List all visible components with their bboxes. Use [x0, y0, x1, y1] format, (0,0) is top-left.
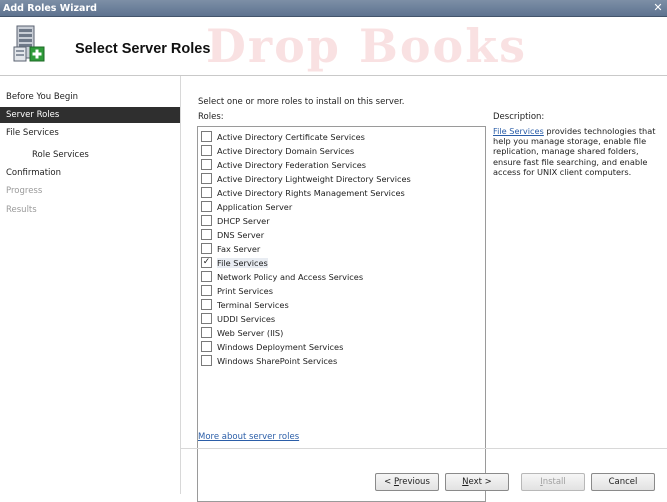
checkbox[interactable]: [201, 327, 212, 338]
role-ad-rights-management-services[interactable]: Active Directory Rights Management Servi…: [201, 187, 405, 200]
checkbox[interactable]: [201, 215, 212, 226]
nav-item-results: Results: [6, 205, 37, 215]
roles-label: Roles:: [198, 112, 224, 122]
more-about-server-roles-link[interactable]: More about server roles: [198, 432, 299, 442]
role-terminal-services[interactable]: Terminal Services: [201, 299, 289, 312]
role-windows-sharepoint-services[interactable]: Windows SharePoint Services: [201, 355, 337, 368]
description-label: Description:: [493, 112, 545, 122]
window-title: Add Roles Wizard: [3, 3, 97, 14]
checkbox[interactable]: [201, 229, 212, 240]
checkbox[interactable]: [201, 355, 212, 366]
checkbox[interactable]: [201, 145, 212, 156]
checkbox[interactable]: [201, 187, 212, 198]
role-ad-domain-services[interactable]: Active Directory Domain Services: [201, 145, 354, 158]
roles-list: Active Directory Certificate Services Ac…: [197, 126, 486, 502]
nav-item-file-services[interactable]: File Services: [0, 125, 180, 141]
checkbox-checked[interactable]: ✓: [201, 257, 212, 268]
previous-button[interactable]: < Previous: [375, 473, 439, 491]
main-content: Select one or more roles to install on t…: [181, 76, 667, 502]
wizard-navigation: Before You Begin Server Roles File Servi…: [0, 76, 181, 494]
title-bar: Add Roles Wizard ✕: [0, 0, 667, 17]
server-roles-wizard-icon: [13, 25, 45, 62]
nav-item-before-you-begin[interactable]: Before You Begin: [0, 89, 180, 105]
role-dhcp-server[interactable]: DHCP Server: [201, 215, 270, 228]
nav-item-server-roles[interactable]: Server Roles: [0, 107, 180, 123]
nav-item-confirmation[interactable]: Confirmation: [0, 165, 180, 181]
checkbox[interactable]: [201, 173, 212, 184]
role-windows-deployment-services[interactable]: Windows Deployment Services: [201, 341, 343, 354]
role-ad-lightweight-directory-services[interactable]: Active Directory Lightweight Directory S…: [201, 173, 411, 186]
checkbox[interactable]: [201, 299, 212, 310]
next-button[interactable]: Next >: [445, 473, 509, 491]
close-icon[interactable]: ✕: [651, 1, 665, 15]
checkbox[interactable]: [201, 341, 212, 352]
description-text: File Services provides technologies that…: [493, 126, 659, 177]
role-uddi-services[interactable]: UDDI Services: [201, 313, 275, 326]
role-fax-server[interactable]: Fax Server: [201, 243, 260, 256]
checkbox[interactable]: [201, 201, 212, 212]
role-file-services[interactable]: ✓ File Services: [201, 257, 268, 270]
footer-divider: [181, 448, 667, 449]
checkbox[interactable]: [201, 243, 212, 254]
checkbox[interactable]: [201, 313, 212, 324]
role-ad-certificate-services[interactable]: Active Directory Certificate Services: [201, 131, 365, 144]
install-button: Install: [521, 473, 585, 491]
role-web-server-iis[interactable]: Web Server (IIS): [201, 327, 283, 340]
nav-item-role-services[interactable]: Role Services: [0, 147, 180, 163]
watermark-text: Drop Books: [206, 19, 527, 73]
role-application-server[interactable]: Application Server: [201, 201, 292, 214]
checkbox[interactable]: [201, 131, 212, 142]
instruction-text: Select one or more roles to install on t…: [198, 97, 405, 107]
file-services-link[interactable]: File Services: [493, 126, 544, 136]
wizard-header: Drop Books Select Server Roles: [0, 17, 667, 76]
role-dns-server[interactable]: DNS Server: [201, 229, 264, 242]
checkbox[interactable]: [201, 271, 212, 282]
nav-item-progress: Progress: [6, 186, 43, 196]
role-print-services[interactable]: Print Services: [201, 285, 273, 298]
page-title: Select Server Roles: [75, 41, 211, 57]
checkbox[interactable]: [201, 159, 212, 170]
role-network-policy-access-services[interactable]: Network Policy and Access Services: [201, 271, 363, 284]
cancel-button[interactable]: Cancel: [591, 473, 655, 491]
checkbox[interactable]: [201, 285, 212, 296]
role-ad-federation-services[interactable]: Active Directory Federation Services: [201, 159, 366, 172]
